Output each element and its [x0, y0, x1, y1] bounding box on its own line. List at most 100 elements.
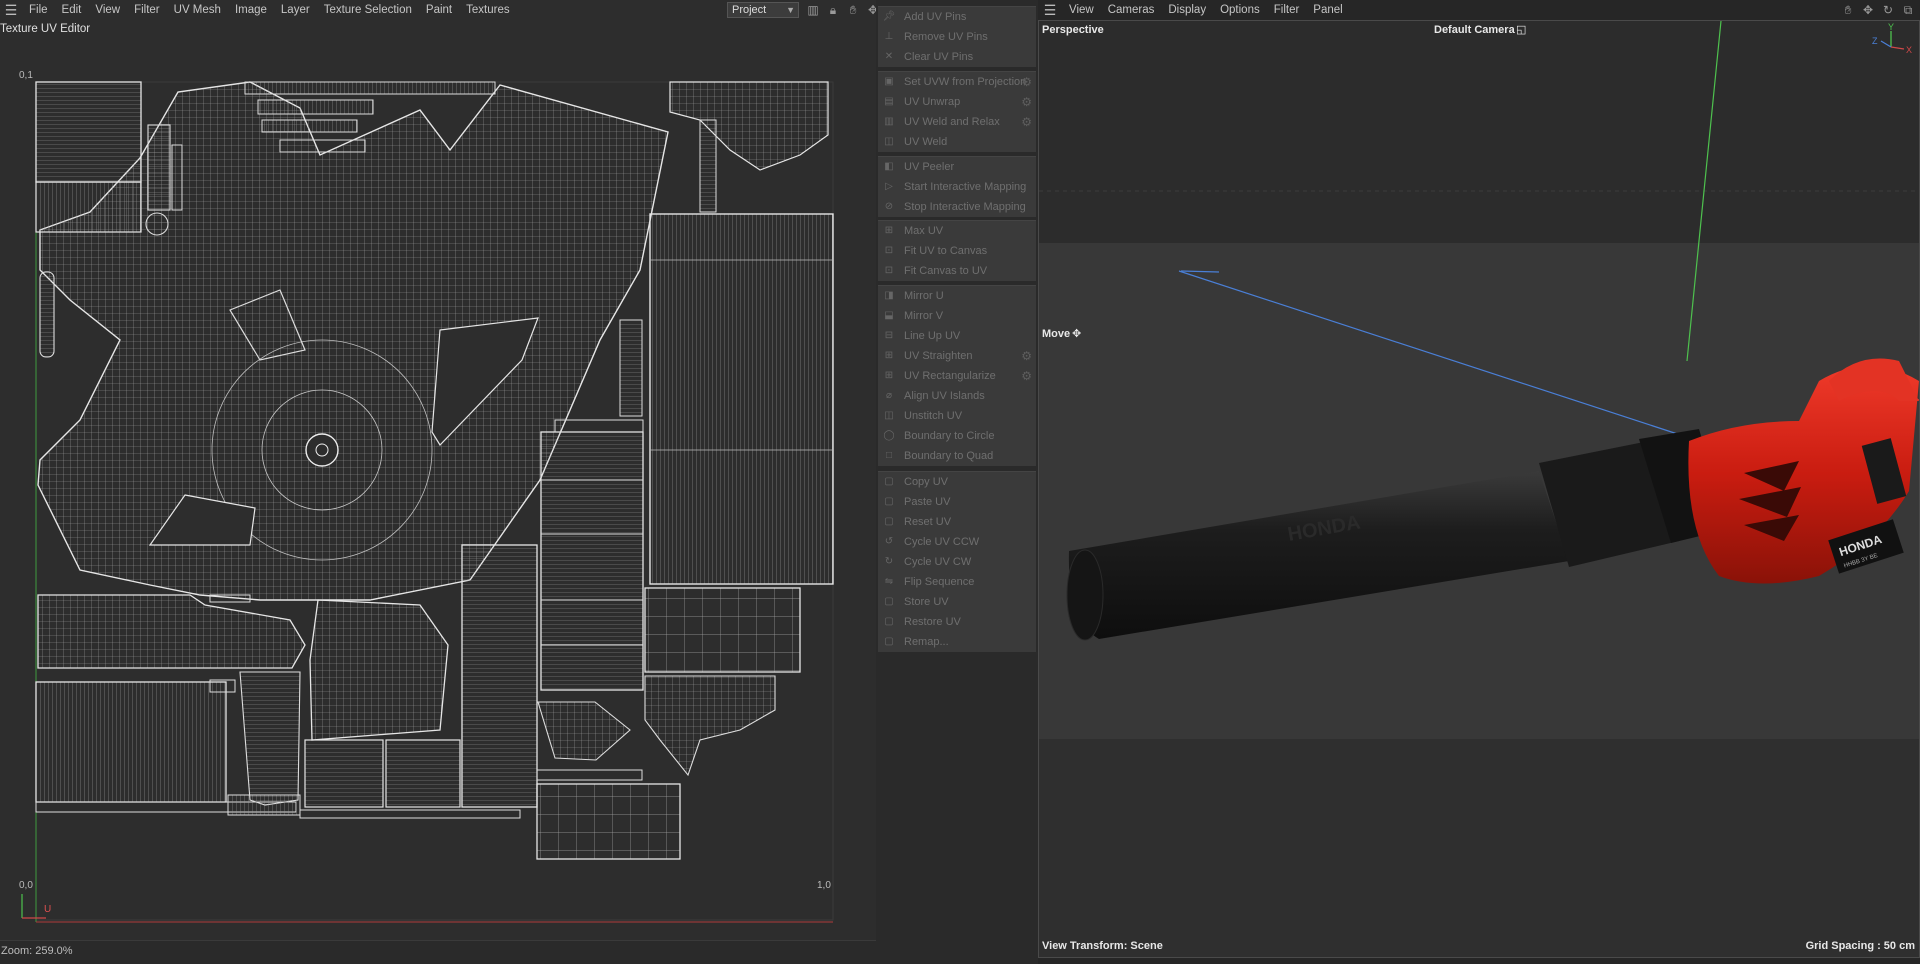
store-icon: ▢ — [884, 596, 894, 607]
cycle-ccw-icon: ↺ — [884, 536, 894, 547]
reset-uv-button[interactable]: ▢ Reset UV — [878, 512, 1036, 532]
fit-canvas-icon: ⊡ — [884, 265, 894, 276]
max-uv-icon: ⊞ — [884, 225, 894, 236]
3d-viewport[interactable]: HONDA HONDA HHBB 3Y BE Perspective Defau… — [1038, 20, 1920, 958]
panel-menu-icon[interactable]: ☰ — [0, 2, 22, 19]
gear-icon[interactable]: ⚙ — [1021, 369, 1032, 383]
command-label: Mirror U — [904, 290, 944, 302]
pin-remove-icon: ⊥ — [884, 31, 894, 42]
paste-icon: ▢ — [884, 496, 894, 507]
cycle-cw-icon: ↻ — [884, 556, 894, 567]
uv-weld-button[interactable]: ◫ UV Weld — [878, 132, 1036, 152]
command-group-transform: ◨ Mirror U ⬓ Mirror V ⊟ Line Up UV ⊞ UV Stra… — [878, 285, 1036, 466]
menu-view[interactable]: View — [88, 4, 127, 16]
remap-button[interactable]: ▢ Remap... — [878, 632, 1036, 652]
max-uv-button[interactable]: ⊞ Max UV — [878, 221, 1036, 241]
line-up-uv-button[interactable]: ⊟ Line Up UV — [878, 326, 1036, 346]
command-label: Flip Sequence — [904, 576, 975, 588]
remove-uv-pins-button[interactable]: ⊥ Remove UV Pins — [878, 27, 1036, 47]
command-label: Cycle UV CCW — [904, 536, 980, 548]
menu-options[interactable]: Options — [1213, 4, 1267, 16]
boundary-to-circle-button[interactable]: ◯ Boundary to Circle — [878, 426, 1036, 446]
pin-add-icon: 📌︎ — [882, 11, 896, 22]
grid-spacing-readout: Grid Spacing : 50 cm — [1805, 940, 1915, 952]
menu-layer[interactable]: Layer — [274, 4, 317, 16]
uv-straighten-button[interactable]: ⊞ UV Straighten ⚙ — [878, 346, 1036, 366]
copy-icon: ▢ — [884, 476, 894, 487]
restore-uv-button[interactable]: ▢ Restore UV — [878, 612, 1036, 632]
hand-pan-icon[interactable]: ✋︎ — [1840, 2, 1856, 18]
camera-icon[interactable]: ◱ — [1516, 23, 1526, 36]
mirror-v-button[interactable]: ⬓ Mirror V — [878, 306, 1036, 326]
command-label: Max UV — [904, 225, 944, 237]
uv-unwrap-button[interactable]: ▤ UV Unwrap ⚙ — [878, 92, 1036, 112]
histogram-icon[interactable]: ▥ — [805, 2, 821, 18]
lock-icon[interactable]: 🔒︎ — [825, 2, 841, 18]
copy-uv-button[interactable]: ▢ Copy UV — [878, 472, 1036, 492]
fit-uv-to-canvas-button[interactable]: ⊡ Fit UV to Canvas — [878, 241, 1036, 261]
menu-filter[interactable]: Filter — [1267, 4, 1307, 16]
maximize-icon[interactable]: ⧉ — [1900, 2, 1916, 18]
boundary-to-quad-button[interactable]: □ Boundary to Quad — [878, 446, 1036, 466]
mirror-u-button[interactable]: ◨ Mirror U — [878, 286, 1036, 306]
uv-rectangularize-button[interactable]: ⊞ UV Rectangularize ⚙ — [878, 366, 1036, 386]
uv-weld-and-relax-button[interactable]: ▥ UV Weld and Relax ⚙ — [878, 112, 1036, 132]
menu-display[interactable]: Display — [1161, 4, 1213, 16]
command-group-pins: 📌︎ Add UV Pins ⊥ Remove UV Pins ✕ Clear UV … — [878, 6, 1036, 67]
quad-icon: □ — [885, 450, 893, 461]
menu-cameras[interactable]: Cameras — [1101, 4, 1162, 16]
menu-filter[interactable]: Filter — [127, 4, 167, 16]
menu-texture-selection[interactable]: Texture Selection — [317, 4, 419, 16]
command-group-unwrap: ▣ Set UVW from Projection ⚙ ▤ UV Unwrap ⚙ ▥ U… — [878, 71, 1036, 152]
axis-z-label: Z — [1872, 36, 1878, 46]
gear-icon[interactable]: ⚙ — [1021, 349, 1032, 363]
move-arrows-icon[interactable]: ✥ — [1860, 2, 1876, 18]
cycle-uv-cw-button[interactable]: ↻ Cycle UV CW — [878, 552, 1036, 572]
gear-icon[interactable]: ⚙ — [1021, 115, 1032, 129]
menu-view[interactable]: View — [1062, 4, 1101, 16]
command-label: UV Weld — [904, 136, 948, 148]
menu-file[interactable]: File — [22, 4, 55, 16]
rotate-icon[interactable]: ↻ — [1880, 2, 1896, 18]
hand-pan-icon[interactable]: ✋︎ — [845, 2, 861, 18]
uv-command-palette: 📌︎ Add UV Pins ⊥ Remove UV Pins ✕ Clear UV … — [876, 0, 1038, 964]
project-select[interactable]: Project ▼ — [727, 2, 799, 18]
store-uv-button[interactable]: ▢ Store UV — [878, 592, 1036, 612]
gear-icon[interactable]: ⚙ — [1021, 95, 1032, 109]
camera-name[interactable]: Default Camera — [1434, 24, 1515, 36]
gear-icon[interactable]: ⚙ — [1021, 75, 1032, 89]
peeler-icon: ◧ — [884, 161, 894, 172]
command-label: Mirror V — [904, 310, 944, 322]
start-interactive-mapping-button[interactable]: ▷ Start Interactive Mapping — [878, 177, 1036, 197]
paste-uv-button[interactable]: ▢ Paste UV — [878, 492, 1036, 512]
viewport-name: Perspective — [1042, 24, 1104, 36]
flip-sequence-button[interactable]: ⇋ Flip Sequence — [878, 572, 1036, 592]
fit-canvas-to-uv-button[interactable]: ⊡ Fit Canvas to UV — [878, 261, 1036, 281]
weld-relax-icon: ▥ — [884, 116, 894, 127]
project-select-value: Project — [732, 4, 767, 16]
menu-uv-mesh[interactable]: UV Mesh — [167, 4, 228, 16]
uv-peeler-button[interactable]: ◧ UV Peeler — [878, 157, 1036, 177]
set-uvw-from-projection-button[interactable]: ▣ Set UVW from Projection ⚙ — [878, 72, 1036, 92]
panel-title: Texture UV Editor — [0, 23, 91, 35]
menu-edit[interactable]: Edit — [55, 4, 89, 16]
viewport-menubar: ☰ View Cameras Display Options Filter Pa… — [1038, 0, 1920, 20]
clear-uv-pins-button[interactable]: ✕ Clear UV Pins — [878, 47, 1036, 67]
menu-paint[interactable]: Paint — [419, 4, 459, 16]
move-tool-icon: ✥ — [1072, 328, 1082, 340]
command-label: Set UVW from Projection — [904, 76, 1027, 88]
menu-panel[interactable]: Panel — [1306, 4, 1349, 16]
align-uv-islands-button[interactable]: ⌀ Align UV Islands — [878, 386, 1036, 406]
uv-canvas[interactable]: 0,1 0,0 1,0 — [0, 40, 876, 940]
command-label: Fit Canvas to UV — [904, 265, 988, 277]
circle-icon: ◯ — [883, 430, 895, 441]
stop-interactive-mapping-button[interactable]: ⊘ Stop Interactive Mapping — [878, 197, 1036, 217]
unstitch-uv-button[interactable]: ◫ Unstitch UV — [878, 406, 1036, 426]
panel-menu-icon[interactable]: ☰ — [1038, 2, 1062, 19]
remap-icon: ▢ — [884, 636, 894, 647]
menu-image[interactable]: Image — [228, 4, 274, 16]
menu-textures[interactable]: Textures — [459, 4, 516, 16]
cycle-uv-ccw-button[interactable]: ↺ Cycle UV CCW — [878, 532, 1036, 552]
uv-toolbar: ▥ 🔒︎ ✋︎ ✥ — [805, 2, 881, 18]
add-uv-pins-button[interactable]: 📌︎ Add UV Pins — [878, 7, 1036, 27]
